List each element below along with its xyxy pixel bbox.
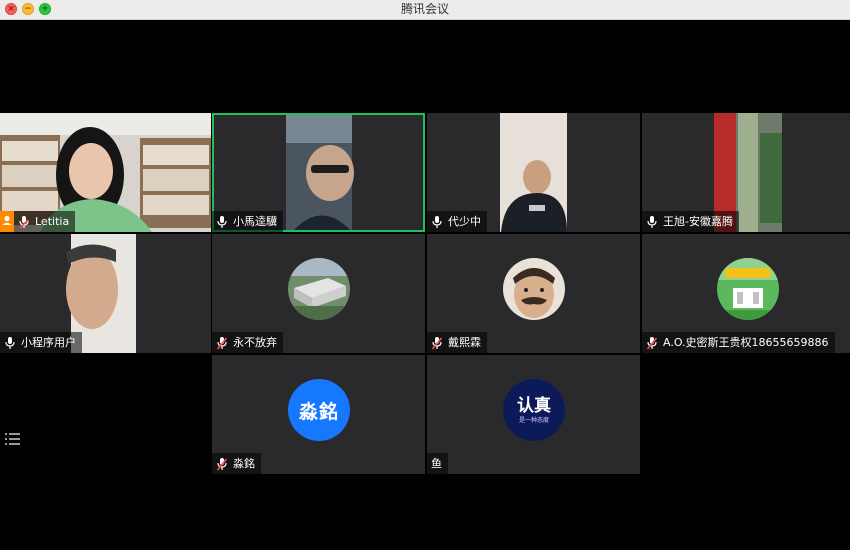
video-tile-letitia[interactable]: Letitia [0, 113, 211, 232]
participant-name: 鱼 [431, 457, 442, 470]
participant-name-bar: 淼銘 [212, 453, 261, 474]
participant-name: 王旭-安徽嘉腾 [663, 215, 733, 228]
video-tile-yu[interactable]: 认真 是一种态度 鱼 [427, 355, 640, 474]
video-tile-ao-smith[interactable]: A.O.史密斯王贵权18655659886 [642, 234, 850, 353]
participant-name-bar: 王旭-安徽嘉腾 [642, 211, 739, 232]
window-title: 腾讯会议 [400, 2, 449, 16]
participant-name-bar: A.O.史密斯王贵权18655659886 [642, 332, 835, 353]
list-icon[interactable] [5, 432, 21, 446]
avatar-text-main: 认真 [517, 395, 551, 416]
video-tile-miniprogram-user[interactable]: 小程序用户 [0, 234, 211, 353]
avatar-initials: 淼銘 [298, 400, 339, 423]
avatar: 认真 是一种态度 [503, 379, 565, 441]
participant-name: 代少中 [448, 215, 481, 228]
participant-name-bar: 鱼 [427, 453, 448, 474]
participant-name: 小程序用户 [21, 336, 76, 349]
video-tile-miaoming[interactable]: 淼銘 淼銘 [212, 355, 425, 474]
avatar [288, 258, 350, 320]
participant-name: 小馬逵驥 [233, 215, 277, 228]
video-tile-wangxu[interactable]: 王旭-安徽嘉腾 [642, 113, 850, 232]
microphone-muted-icon [216, 336, 228, 350]
video-tile-daixilin[interactable]: 戴熙霖 [427, 234, 640, 353]
participant-name: 淼銘 [233, 457, 255, 470]
avatar [717, 258, 779, 320]
video-tile-yongbufangqi[interactable]: 永不放弃 [212, 234, 425, 353]
avatar-text-sub: 是一种态度 [518, 416, 549, 424]
participant-name: A.O.史密斯王贵权18655659886 [663, 336, 829, 349]
microphone-icon [18, 215, 30, 229]
microphone-icon [646, 215, 658, 229]
avatar [503, 258, 565, 320]
participant-name-bar: 永不放弃 [212, 332, 283, 353]
participant-name: Letitia [35, 215, 70, 228]
microphone-icon [4, 336, 16, 350]
participant-name-bar: 小馬逵驥 [212, 211, 283, 232]
video-tile-xiaoma[interactable]: 小馬逵驥 [212, 113, 425, 232]
participant-name-bar: 代少中 [427, 211, 487, 232]
microphone-icon [216, 215, 228, 229]
participant-name-bar: 戴熙霖 [427, 332, 487, 353]
participant-name: 戴熙霖 [448, 336, 481, 349]
microphone-muted-icon [431, 336, 443, 350]
participant-name-bar: Letitia [0, 211, 76, 232]
video-tile-daishaozhong[interactable]: 代少中 [427, 113, 640, 232]
host-icon [0, 211, 14, 232]
microphone-muted-icon [216, 457, 228, 471]
participant-name: 永不放弃 [233, 336, 277, 349]
microphone-icon [431, 215, 443, 229]
avatar: 淼銘 [288, 379, 350, 441]
microphone-muted-icon [646, 336, 658, 350]
participant-name-bar: 小程序用户 [0, 332, 82, 353]
window-titlebar: × − + 腾讯会议 [0, 0, 850, 20]
